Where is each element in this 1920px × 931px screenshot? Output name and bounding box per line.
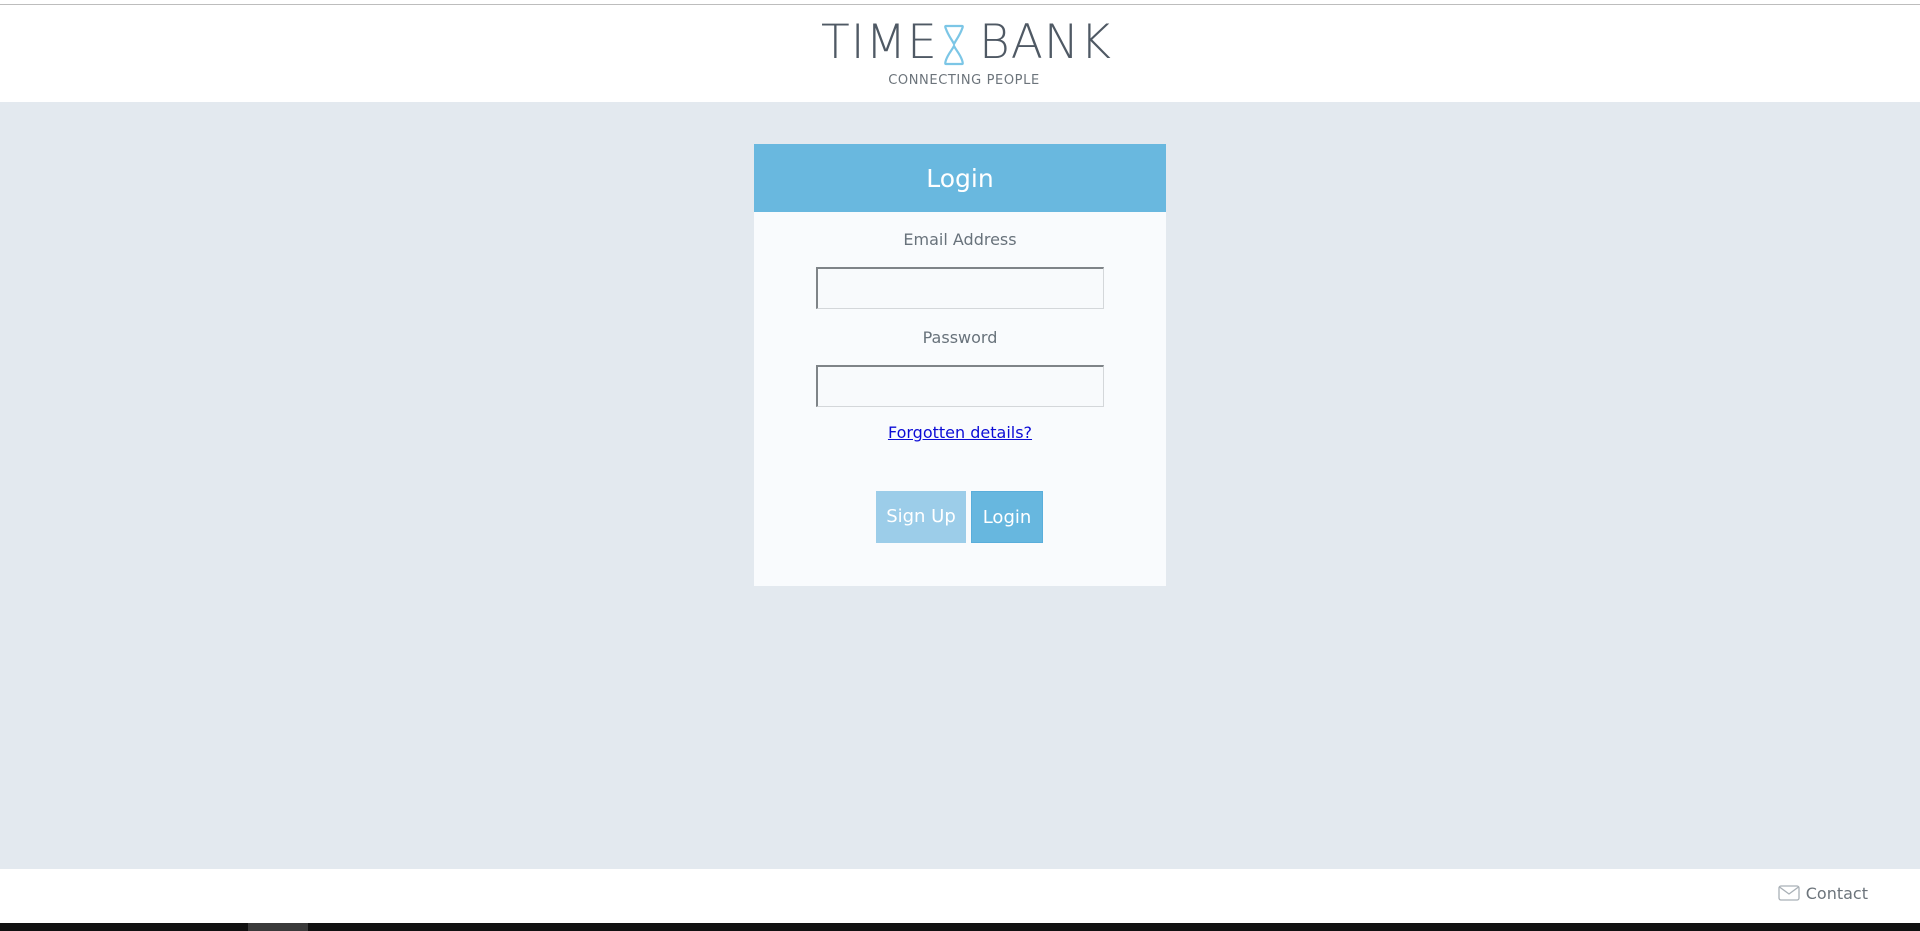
- site-header: TIME BANK CONNECTING PEOPLE: [0, 5, 1920, 102]
- email-field[interactable]: [816, 267, 1104, 309]
- logo-wordmark: TIME BANK: [821, 15, 1111, 70]
- contact-label: Contact: [1805, 883, 1868, 903]
- logo-word-bank: BANK: [979, 15, 1112, 70]
- email-label: Email Address: [903, 230, 1017, 249]
- logo-tagline: CONNECTING PEOPLE: [888, 73, 1040, 88]
- password-label: Password: [922, 328, 998, 347]
- os-taskbar: [0, 923, 1920, 931]
- login-button[interactable]: Login: [971, 491, 1043, 543]
- sign-up-button[interactable]: Sign Up: [876, 491, 966, 543]
- logo-word-time: TIME: [821, 15, 938, 70]
- forgotten-details-link[interactable]: Forgotten details?: [754, 423, 1166, 442]
- time-bank-logo[interactable]: TIME BANK CONNECTING PEOPLE: [821, 15, 1111, 91]
- taskbar-item[interactable]: [248, 923, 308, 931]
- login-card-title: Login: [754, 144, 1166, 212]
- contact-link[interactable]: Contact: [1778, 879, 1868, 907]
- password-field[interactable]: [816, 365, 1104, 407]
- login-card: Login Email Address Password Forgotten d…: [754, 144, 1166, 586]
- mail-icon: [1778, 885, 1800, 901]
- hourglass-icon: [944, 24, 964, 66]
- site-footer: Contact: [0, 869, 1920, 923]
